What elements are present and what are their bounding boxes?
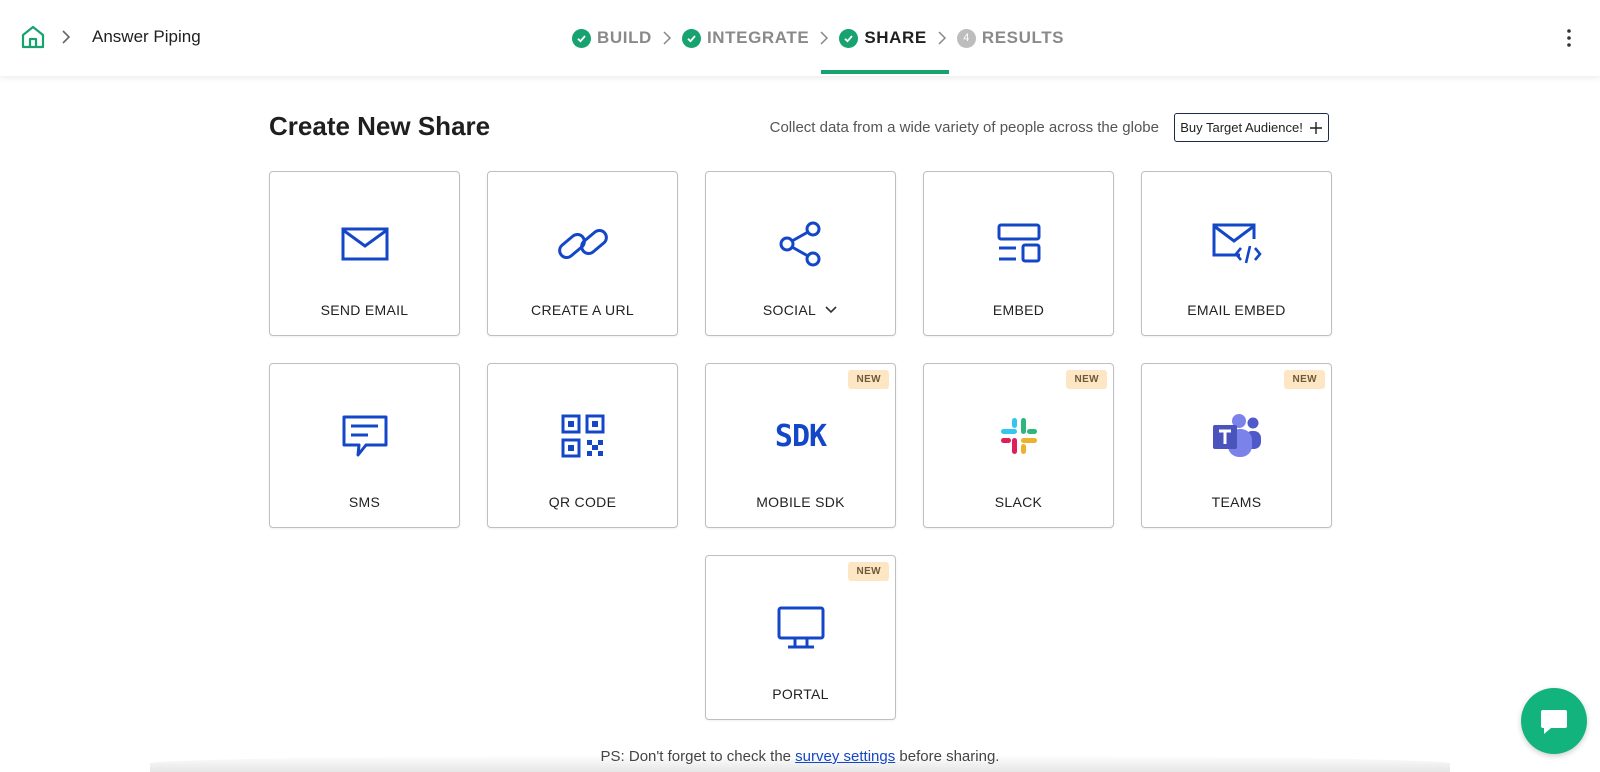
tile-label: SLACK [994, 494, 1043, 510]
envelope-icon [341, 227, 388, 261]
tile-mobile-sdk[interactable]: NEW SDK MOBILE SDK [705, 363, 896, 528]
teams-icon [1212, 414, 1261, 457]
chat-bubble-icon [342, 415, 387, 457]
new-badge: NEW [1066, 370, 1107, 389]
step-number-badge: 4 [956, 28, 976, 48]
tile-label: CREATE A URL [531, 302, 634, 318]
page-title: Create New Share [269, 111, 491, 141]
top-bar: Answer Piping BUILD INTEGRATE SHARE 4 RE… [0, 0, 1600, 76]
footer-suffix: before sharing. [899, 748, 1000, 765]
share-options-grid: SEND EMAIL CREATE A URL SOCIAL EMBED EMA… [269, 171, 1332, 721]
step-integrate[interactable]: INTEGRATE [680, 0, 811, 76]
tile-qr-code[interactable]: QR CODE [487, 363, 678, 528]
step-results-label: RESULTS [981, 28, 1065, 47]
tile-slack[interactable]: NEW SLACK [923, 363, 1114, 528]
sdk-icon: SDK [774, 418, 827, 454]
tile-label: QR CODE [548, 494, 617, 510]
slack-icon [1000, 418, 1037, 454]
new-badge: NEW [1284, 370, 1325, 389]
check-circle-icon [839, 28, 859, 48]
chat-icon [1541, 710, 1567, 734]
embed-icon [997, 223, 1040, 263]
tile-send-email[interactable]: SEND EMAIL [269, 171, 460, 336]
link-icon [557, 229, 608, 259]
more-options-icon[interactable] [1561, 27, 1577, 49]
buy-target-audience-button[interactable]: Buy Target Audience! [1174, 113, 1329, 142]
chevron-right-icon [938, 31, 946, 45]
chevron-down-icon[interactable] [824, 305, 838, 315]
survey-settings-link[interactable]: survey settings [795, 748, 895, 765]
step-share-label: SHARE [864, 28, 927, 47]
tile-social[interactable]: SOCIAL [705, 171, 896, 336]
survey-name[interactable]: Answer Piping [92, 27, 201, 47]
footer-note: PS: Don't forget to check the survey set… [0, 748, 1600, 765]
tile-label: SOCIAL [762, 302, 817, 318]
footer-prefix: PS: Don't forget to check the [600, 748, 791, 765]
chevron-right-icon [663, 31, 672, 45]
tile-teams[interactable]: NEW TEAMS [1141, 363, 1332, 528]
tile-label: EMAIL EMBED [1187, 302, 1286, 318]
home-icon[interactable] [20, 24, 46, 50]
tile-label: EMBED [992, 302, 1045, 318]
new-badge: NEW [848, 562, 889, 581]
chevron-right-icon [820, 31, 829, 45]
chat-support-button[interactable] [1521, 688, 1587, 754]
tile-label: SEND EMAIL [320, 302, 409, 318]
step-build-label: BUILD [597, 28, 652, 47]
tile-portal[interactable]: NEW PORTAL [705, 555, 896, 720]
step-integrate-label: INTEGRATE [706, 28, 810, 47]
step-share[interactable]: SHARE [821, 0, 949, 76]
step-build[interactable]: BUILD [570, 0, 654, 76]
tile-email-embed[interactable]: EMAIL EMBED [1141, 171, 1332, 336]
new-badge: NEW [848, 370, 889, 389]
check-circle-icon [681, 28, 701, 48]
page-subtext: Collect data from a wide variety of peop… [769, 119, 1159, 136]
email-code-icon [1212, 223, 1262, 264]
buy-target-audience-label: Buy Target Audience! [1180, 120, 1303, 135]
share-icon [779, 221, 820, 267]
tile-sms[interactable]: SMS [269, 363, 460, 528]
tile-label: PORTAL [772, 686, 829, 702]
step-navigation: BUILD INTEGRATE SHARE 4 RESULTS [570, 0, 1066, 76]
qr-code-icon [561, 414, 604, 458]
tile-label: MOBILE SDK [756, 494, 845, 510]
chevron-right-icon [62, 30, 71, 44]
tile-label: SMS [348, 494, 381, 510]
monitor-icon [777, 606, 824, 649]
plus-icon [1309, 121, 1322, 134]
tile-label: TEAMS [1211, 494, 1262, 510]
tile-create-url[interactable]: CREATE A URL [487, 171, 678, 336]
check-circle-icon [572, 28, 591, 48]
tile-embed[interactable]: EMBED [923, 171, 1114, 336]
step-results[interactable]: 4 RESULTS [955, 0, 1066, 76]
